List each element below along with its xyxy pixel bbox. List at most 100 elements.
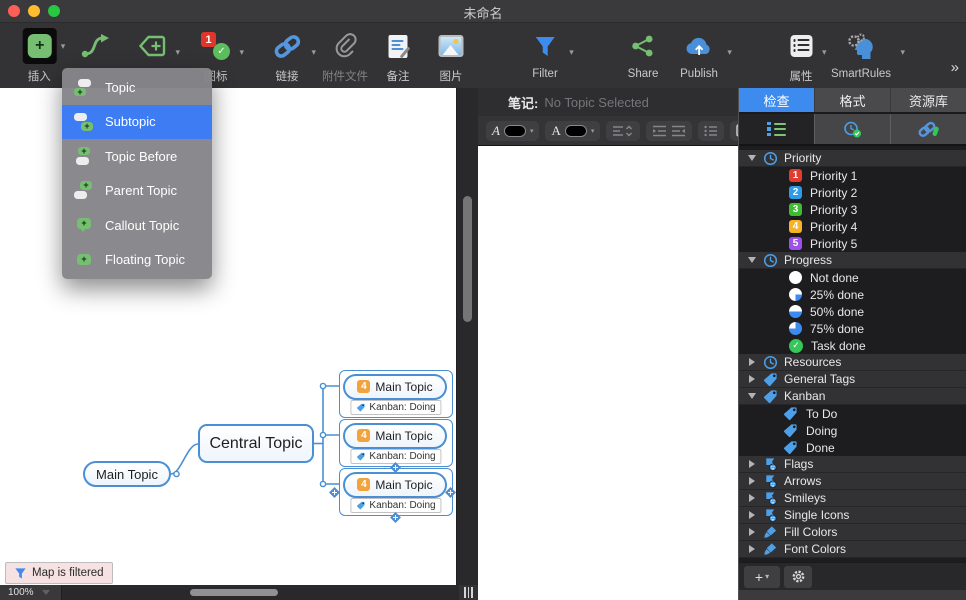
tree-section-general-tags[interactable]: General Tags: [739, 371, 966, 388]
tree-item-50-done[interactable]: 50% done: [739, 303, 966, 320]
tag-icon: [763, 372, 778, 387]
menu-item-callout-topic[interactable]: + Callout Topic: [62, 208, 212, 243]
kanban-tag-label[interactable]: Kanban: Doing: [350, 498, 441, 513]
branch-topic-group[interactable]: 4 Main Topic Kanban: Doing: [339, 370, 453, 418]
tree-section-arrows[interactable]: Arrows: [739, 473, 966, 490]
tree-section-priority[interactable]: Priority: [739, 150, 966, 167]
branch-topic-group-selected[interactable]: 4 Main Topic Kanban: Doing: [339, 468, 453, 516]
disclosure-open-icon[interactable]: [748, 393, 756, 399]
canvas-vertical-scrollbar[interactable]: [456, 88, 478, 600]
line-spacing-button[interactable]: [606, 121, 640, 141]
relationship-button[interactable]: [80, 27, 114, 65]
chevron-down-icon[interactable]: ▾: [61, 41, 66, 52]
subtab-links[interactable]: [891, 114, 966, 144]
vertical-scroll-thumb[interactable]: [463, 196, 472, 322]
chevron-down-icon[interactable]: ▾: [239, 47, 244, 58]
kanban-tag-label[interactable]: Kanban: Doing: [350, 449, 441, 464]
share-button[interactable]: Share: [628, 27, 659, 80]
horizontal-scroll-thumb[interactable]: [190, 589, 278, 596]
disclosure-closed-icon[interactable]: [749, 460, 755, 468]
tab-resource-library[interactable]: 资源库: [891, 88, 966, 112]
image-button[interactable]: 图片: [439, 27, 464, 84]
indent-left-icon: [671, 125, 686, 137]
insert-topic-button[interactable]: + ▾ 插入: [23, 27, 66, 84]
subtab-task[interactable]: [815, 114, 891, 144]
tree-item-75-done[interactable]: 75% done: [739, 320, 966, 337]
tree-item-priority-2[interactable]: 2 Priority 2: [739, 184, 966, 201]
tree-item-not-done[interactable]: Not done: [739, 269, 966, 286]
disclosure-closed-icon[interactable]: [749, 494, 755, 502]
tree-section-fill-colors[interactable]: Fill Colors: [739, 524, 966, 541]
panel-resize-grip[interactable]: [459, 585, 478, 600]
filter-icon: [533, 35, 557, 58]
tree-section-resources[interactable]: Resources: [739, 354, 966, 371]
map-filtered-badge[interactable]: Map is filtered: [5, 562, 113, 584]
tree-item-to-do[interactable]: To Do: [739, 405, 966, 422]
tree-section-flags[interactable]: Flags: [739, 456, 966, 473]
menu-item-subtopic[interactable]: + Subtopic: [62, 105, 212, 140]
branch-topic-pill[interactable]: 4 Main Topic: [343, 374, 447, 400]
floating-topic-icon: +: [73, 250, 95, 269]
main-topic-node-left[interactable]: Main Topic: [83, 461, 171, 487]
subtab-tags[interactable]: [739, 114, 815, 144]
tree-section-font-colors[interactable]: Font Colors: [739, 541, 966, 558]
tree-section-kanban[interactable]: Kanban: [739, 388, 966, 405]
tree-item-doing[interactable]: Doing: [739, 422, 966, 439]
add-tag-button[interactable]: + ▾: [744, 566, 780, 588]
chevron-down-icon[interactable]: ▾: [569, 47, 574, 58]
disclosure-open-icon[interactable]: [748, 155, 756, 161]
branch-topic-group[interactable]: 4 Main Topic Kanban: Doing: [339, 419, 453, 467]
attachments-button[interactable]: 附件文件: [322, 27, 368, 84]
tree-item-done[interactable]: Done: [739, 439, 966, 456]
tree-section-progress[interactable]: Progress: [739, 252, 966, 269]
notes-button[interactable]: 备注: [387, 27, 410, 84]
kanban-tag-label[interactable]: Kanban: Doing: [350, 400, 441, 415]
disclosure-closed-icon[interactable]: [749, 511, 755, 519]
tree-item-25-done[interactable]: 25% done: [739, 286, 966, 303]
link-button[interactable]: 链接 ▾: [272, 27, 302, 84]
branch-topic-pill[interactable]: 4 Main Topic: [343, 423, 447, 449]
central-topic-node[interactable]: Central Topic: [198, 424, 314, 463]
chevron-down-icon[interactable]: ▾: [727, 47, 732, 58]
topic-style-button[interactable]: ▾: [137, 27, 167, 65]
publish-button[interactable]: Publish ▾: [680, 27, 718, 80]
disclosure-closed-icon[interactable]: [749, 358, 755, 366]
tree-item-task-done[interactable]: ✓ Task done: [739, 337, 966, 354]
tab-inspect[interactable]: 检查: [739, 88, 815, 112]
icons-icon: 1 ✓: [201, 31, 231, 61]
smartrules-button[interactable]: SmartRules ▾: [831, 27, 891, 80]
menu-item-topic[interactable]: + Topic: [62, 70, 212, 105]
chevron-down-icon[interactable]: ▾: [311, 47, 316, 58]
disclosure-closed-icon[interactable]: [749, 477, 755, 485]
disclosure-open-icon[interactable]: [748, 257, 756, 263]
font-color-button[interactable]: A ▾: [545, 121, 600, 141]
filter-button[interactable]: Filter ▾: [532, 27, 558, 80]
tree-item-priority-3[interactable]: 3 Priority 3: [739, 201, 966, 218]
chevron-down-icon[interactable]: ▾: [175, 47, 180, 58]
font-style-button[interactable]: A ▾: [486, 121, 539, 141]
properties-button[interactable]: 属性 ▾: [790, 27, 813, 84]
chevron-down-icon[interactable]: ▾: [901, 47, 906, 58]
tree-section-smileys[interactable]: Smileys: [739, 490, 966, 507]
tab-format[interactable]: 格式: [815, 88, 891, 112]
tree-item-priority-4[interactable]: 4 Priority 4: [739, 218, 966, 235]
notes-editor[interactable]: [478, 146, 738, 600]
zoom-level-control[interactable]: 100%: [0, 585, 62, 600]
toolbar-overflow-chevrons[interactable]: »: [951, 59, 958, 76]
tag-settings-button[interactable]: [784, 566, 812, 588]
tree-item-priority-5[interactable]: 5 Priority 5: [739, 235, 966, 252]
disclosure-closed-icon[interactable]: [749, 528, 755, 536]
disclosure-closed-icon[interactable]: [749, 375, 755, 383]
tree-item-priority-1[interactable]: 1 Priority 1: [739, 167, 966, 184]
zoom-level-value: 100%: [8, 587, 34, 598]
progress-50-icon: [789, 305, 802, 318]
disclosure-closed-icon[interactable]: [749, 545, 755, 553]
menu-item-floating-topic[interactable]: + Floating Topic: [62, 243, 212, 278]
branch-topic-pill[interactable]: 4 Main Topic: [343, 472, 447, 498]
menu-item-parent-topic[interactable]: + Parent Topic: [62, 174, 212, 209]
tree-section-single-icons[interactable]: Single Icons: [739, 507, 966, 524]
chevron-down-icon[interactable]: ▾: [822, 47, 827, 58]
indent-buttons[interactable]: [646, 121, 692, 141]
list-button[interactable]: [698, 121, 724, 141]
menu-item-topic-before[interactable]: + Topic Before: [62, 139, 212, 174]
